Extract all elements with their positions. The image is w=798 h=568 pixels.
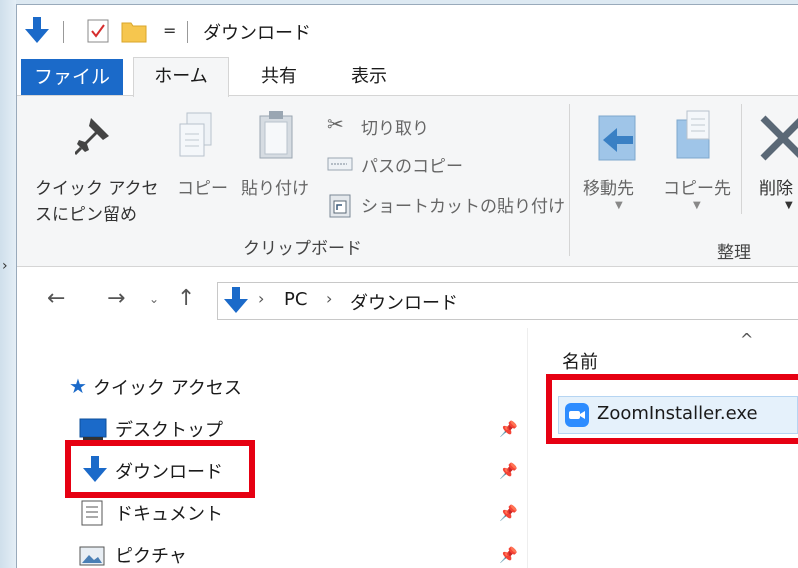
toolbar-separator xyxy=(187,21,188,43)
paste-shortcut-icon[interactable] xyxy=(329,192,351,218)
group-label-organize: 整理 xyxy=(717,243,751,263)
desktop-backdrop xyxy=(0,0,16,568)
recent-locations-chevron-icon[interactable]: ⌄ xyxy=(149,292,159,306)
delete-icon[interactable] xyxy=(759,114,798,162)
quick-access-star-icon: ★ xyxy=(69,374,87,398)
pinned-icon: 📌 xyxy=(499,462,518,480)
address-bar[interactable]: › PC › ダウンロード xyxy=(217,282,798,320)
copy-icon[interactable] xyxy=(177,112,217,162)
group-label-clipboard: クリップボード xyxy=(243,239,362,259)
download-arrow-icon[interactable] xyxy=(25,17,49,45)
sort-ascending-icon: ^ xyxy=(740,330,754,349)
pinned-icon: 📌 xyxy=(499,420,518,438)
tab-file[interactable]: ファイル xyxy=(21,59,123,95)
address-bar-row: ← → ⌄ ↑ › PC › ダウンロード xyxy=(17,268,798,328)
nav-item-pictures[interactable]: ピクチャ xyxy=(115,542,187,568)
desktop-icon xyxy=(79,418,107,440)
pictures-icon xyxy=(79,546,105,566)
breadcrumb-separator[interactable]: › xyxy=(326,289,332,308)
documents-icon xyxy=(81,500,103,526)
highlight-box-file xyxy=(546,374,798,444)
window-title: ダウンロード xyxy=(203,23,311,44)
ribbon-tabs: ファイル ホーム 共有 表示 xyxy=(17,55,798,97)
pin-icon[interactable] xyxy=(75,116,111,156)
delete-button[interactable]: 削除 xyxy=(759,174,793,199)
ribbon-group-separator xyxy=(569,104,570,256)
download-folder-icon xyxy=(224,287,248,313)
copy-path-button[interactable]: パスのコピー xyxy=(361,152,463,177)
scissors-icon[interactable]: ✂ xyxy=(327,112,344,136)
backdrop-chevron-icon: › xyxy=(2,258,8,274)
file-list-pane: ^ 名前 ZoomInstaller.exe xyxy=(527,328,798,568)
column-header-name[interactable]: 名前 xyxy=(562,348,598,374)
back-arrow-icon[interactable]: ← xyxy=(47,286,65,311)
pinned-icon: 📌 xyxy=(499,504,518,522)
new-folder-icon[interactable] xyxy=(121,19,147,43)
breadcrumb-separator[interactable]: › xyxy=(258,289,264,308)
breadcrumb-pc[interactable]: PC xyxy=(284,289,307,310)
toolbar-separator xyxy=(63,21,64,43)
navigation-pane: ★ クイック アクセス デスクトップ 📌 ダウンロード 📌 ドキュメント 📌 ピ… xyxy=(17,328,527,568)
nav-item-documents[interactable]: ドキュメント xyxy=(115,500,223,526)
delete-dropdown-icon[interactable]: ▼ xyxy=(785,200,793,211)
tab-home[interactable]: ホーム xyxy=(133,57,229,97)
copy-to-button[interactable]: コピー先 xyxy=(663,174,731,199)
paste-icon[interactable] xyxy=(257,110,297,162)
pin-quick-access-label-2[interactable]: スにピン留め xyxy=(35,200,137,225)
copy-to-icon[interactable] xyxy=(671,110,715,160)
pinned-icon: 📌 xyxy=(499,546,518,564)
highlight-box-downloads xyxy=(65,440,255,498)
move-to-dropdown-icon[interactable]: ▼ xyxy=(615,200,623,211)
ribbon-command-separator xyxy=(741,104,742,214)
cut-button[interactable]: 切り取り xyxy=(361,114,429,139)
paste-shortcut-button[interactable]: ショートカットの貼り付け xyxy=(361,192,565,217)
paste-button[interactable]: 貼り付け xyxy=(241,174,309,199)
breadcrumb-downloads[interactable]: ダウンロード xyxy=(350,289,458,315)
tab-view[interactable]: 表示 xyxy=(329,59,409,95)
properties-check-icon[interactable] xyxy=(87,19,109,43)
nav-item-desktop[interactable]: デスクトップ xyxy=(115,416,223,442)
pin-quick-access-label[interactable]: クイック アクセ xyxy=(35,174,159,199)
ribbon-home: クイック アクセ スにピン留め コピー 貼り付け ✂ 切り取り パスのコピー シ… xyxy=(17,95,798,267)
title-bar: = ダウンロード xyxy=(17,5,798,55)
tab-share[interactable]: 共有 xyxy=(239,59,319,95)
forward-arrow-icon[interactable]: → xyxy=(107,286,125,311)
up-arrow-icon[interactable]: ↑ xyxy=(177,286,195,311)
copy-to-dropdown-icon[interactable]: ▼ xyxy=(693,200,701,211)
copy-path-icon[interactable] xyxy=(327,156,353,172)
nav-quick-access[interactable]: クイック アクセス xyxy=(93,374,242,400)
move-to-button[interactable]: 移動先 xyxy=(583,174,634,199)
move-to-icon[interactable] xyxy=(597,114,641,162)
copy-button[interactable]: コピー xyxy=(177,174,228,199)
explorer-window: = ダウンロード ファイル ホーム 共有 表示 クイック アクセ スにピン留め … xyxy=(16,4,798,568)
qa-dropdown-icon[interactable]: = xyxy=(163,21,176,40)
